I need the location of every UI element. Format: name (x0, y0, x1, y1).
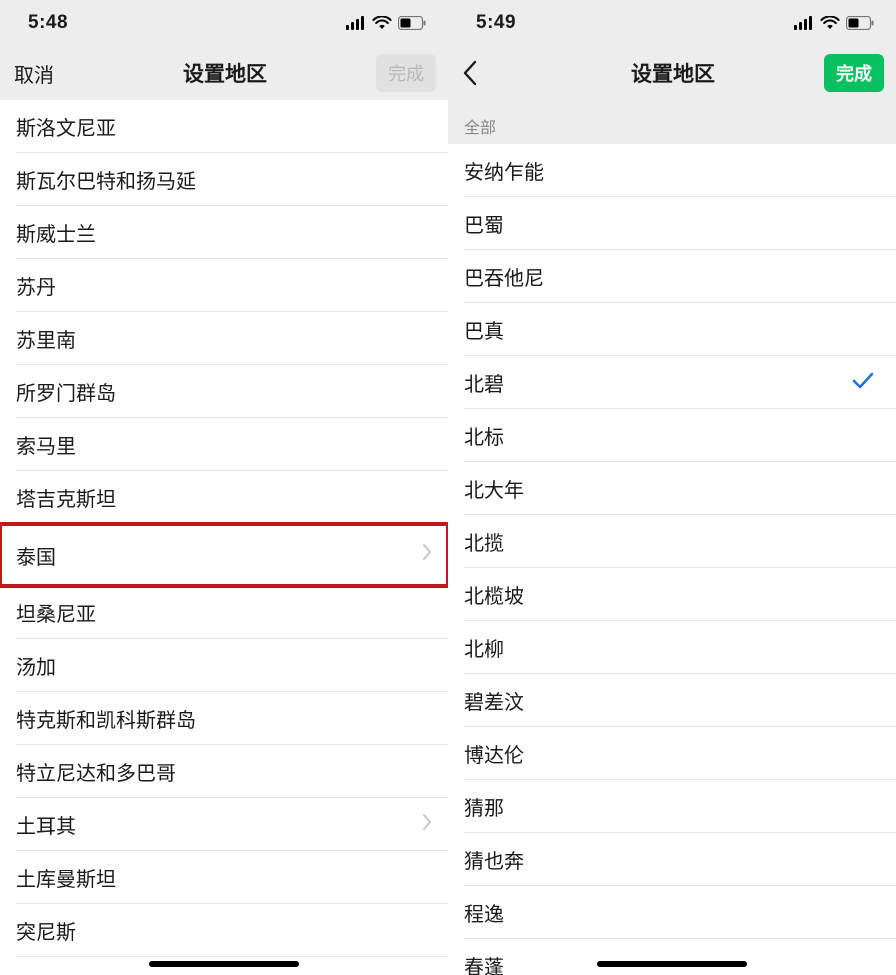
list-item[interactable]: 安纳乍能 (448, 144, 896, 197)
list-item-label: 泰国 (16, 541, 56, 570)
list-item-label: 苏丹 (16, 271, 56, 300)
back-button[interactable] (462, 60, 542, 86)
list-item-label: 土库曼斯坦 (16, 863, 116, 892)
list-item-label: 程逸 (464, 898, 504, 927)
list-item[interactable]: 博达伦 (448, 727, 896, 780)
list-item-label: 安纳乍能 (464, 156, 544, 185)
list-item[interactable]: 斯洛文尼亚 (0, 100, 448, 153)
nav-title: 设置地区 (94, 58, 356, 88)
list-item[interactable]: 北柳 (448, 621, 896, 674)
wifi-icon (372, 16, 392, 30)
list-item-label: 北柳 (464, 633, 504, 662)
list-item[interactable]: 索马里 (0, 418, 448, 471)
cellular-icon (346, 16, 366, 30)
chevron-right-icon (422, 543, 432, 567)
left-phone: 5:48 取消 设置地区 完成 斯洛文尼亚斯瓦尔巴特和扬马延斯威士兰苏丹苏里南所… (0, 0, 448, 975)
list-item-label: 特立尼达和多巴哥 (16, 757, 176, 786)
list-item[interactable]: 坦桑尼亚 (0, 586, 448, 639)
cancel-button[interactable]: 取消 (14, 59, 54, 88)
nav-title: 设置地区 (542, 58, 804, 88)
right-phone: 5:49 设置地区 完成 全部 安纳乍能巴蜀巴吞他尼巴真北碧北标北大年北揽北榄坡… (448, 0, 896, 975)
list-item-label: 巴真 (464, 315, 504, 344)
home-indicator[interactable] (597, 961, 747, 967)
list-item-label: 斯瓦尔巴特和扬马延 (16, 165, 196, 194)
list-item[interactable]: 北揽 (448, 515, 896, 568)
nav-bar: 设置地区 完成 (448, 46, 896, 100)
list-item[interactable]: 突尼斯 (0, 904, 448, 957)
list-item[interactable]: 巴蜀 (448, 197, 896, 250)
list-item[interactable]: 斯威士兰 (0, 206, 448, 259)
list-item-label: 图瓦卢 (16, 969, 76, 975)
list-item-label: 猜也奔 (464, 845, 524, 874)
list-item-label: 北标 (464, 421, 504, 450)
list-item[interactable]: 特克斯和凯科斯群岛 (0, 692, 448, 745)
done-button-disabled: 完成 (376, 54, 436, 92)
status-time: 5:49 (476, 12, 516, 34)
province-list[interactable]: 安纳乍能巴蜀巴吞他尼巴真北碧北标北大年北揽北榄坡北柳碧差汶博达伦猜那猜也奔程逸春… (448, 144, 896, 975)
chevron-right-icon (422, 813, 432, 837)
status-icons (794, 16, 874, 30)
list-item[interactable]: 塔吉克斯坦 (0, 471, 448, 524)
list-item-label: 坦桑尼亚 (16, 598, 96, 627)
list-item[interactable]: 苏里南 (0, 312, 448, 365)
list-item-label: 碧差汶 (464, 686, 524, 715)
status-time: 5:48 (28, 12, 68, 34)
list-item-label: 巴吞他尼 (464, 262, 544, 291)
nav-left: 取消 (14, 59, 94, 88)
list-item-label: 北碧 (464, 368, 504, 397)
list-item[interactable]: 泰国 (0, 524, 448, 586)
list-item[interactable]: 斯瓦尔巴特和扬马延 (0, 153, 448, 206)
chevron-left-icon (462, 60, 478, 86)
list-item-label: 猜那 (464, 792, 504, 821)
list-item[interactable]: 程逸 (448, 886, 896, 939)
list-item[interactable]: 春蓬 (448, 939, 896, 975)
nav-right: 完成 (356, 54, 436, 92)
list-item[interactable]: 苏丹 (0, 259, 448, 312)
list-item-label: 北揽 (464, 527, 504, 556)
list-item[interactable]: 土耳其 (0, 798, 448, 851)
list-item-label: 特克斯和凯科斯群岛 (16, 704, 196, 733)
list-item[interactable]: 汤加 (0, 639, 448, 692)
list-item-label: 汤加 (16, 651, 56, 680)
list-item[interactable]: 北标 (448, 409, 896, 462)
list-item-label: 突尼斯 (16, 916, 76, 945)
list-item-label: 苏里南 (16, 324, 76, 353)
battery-icon (846, 16, 874, 30)
list-item-label: 土耳其 (16, 810, 76, 839)
section-header: 全部 (448, 100, 896, 144)
list-item-label: 斯威士兰 (16, 218, 96, 247)
list-item[interactable]: 猜那 (448, 780, 896, 833)
list-item[interactable]: 巴真 (448, 303, 896, 356)
list-item[interactable]: 所罗门群岛 (0, 365, 448, 418)
list-item[interactable]: 北榄坡 (448, 568, 896, 621)
home-indicator[interactable] (149, 961, 299, 967)
check-icon (852, 369, 880, 397)
list-item-label: 博达伦 (464, 739, 524, 768)
battery-icon (398, 16, 426, 30)
list-item[interactable]: 北大年 (448, 462, 896, 515)
list-item[interactable]: 猜也奔 (448, 833, 896, 886)
nav-bar: 取消 设置地区 完成 (0, 46, 448, 100)
list-item[interactable]: 碧差汶 (448, 674, 896, 727)
list-item-label: 巴蜀 (464, 209, 504, 238)
cellular-icon (794, 16, 814, 30)
status-icons (346, 16, 426, 30)
status-bar: 5:48 (0, 0, 448, 46)
wifi-icon (820, 16, 840, 30)
list-item-label: 北榄坡 (464, 580, 524, 609)
list-item-label: 北大年 (464, 474, 524, 503)
list-item-label: 斯洛文尼亚 (16, 112, 116, 141)
list-item-label: 索马里 (16, 430, 76, 459)
list-item-label: 所罗门群岛 (16, 377, 116, 406)
status-bar: 5:49 (448, 0, 896, 46)
list-item[interactable]: 土库曼斯坦 (0, 851, 448, 904)
list-item-label: 春蓬 (464, 951, 504, 975)
nav-right: 完成 (804, 54, 884, 92)
list-item[interactable]: 巴吞他尼 (448, 250, 896, 303)
done-button[interactable]: 完成 (824, 54, 884, 92)
country-list[interactable]: 斯洛文尼亚斯瓦尔巴特和扬马延斯威士兰苏丹苏里南所罗门群岛索马里塔吉克斯坦泰国坦桑… (0, 100, 448, 975)
list-item[interactable]: 北碧 (448, 356, 896, 409)
list-item-label: 塔吉克斯坦 (16, 483, 116, 512)
list-item[interactable]: 特立尼达和多巴哥 (0, 745, 448, 798)
